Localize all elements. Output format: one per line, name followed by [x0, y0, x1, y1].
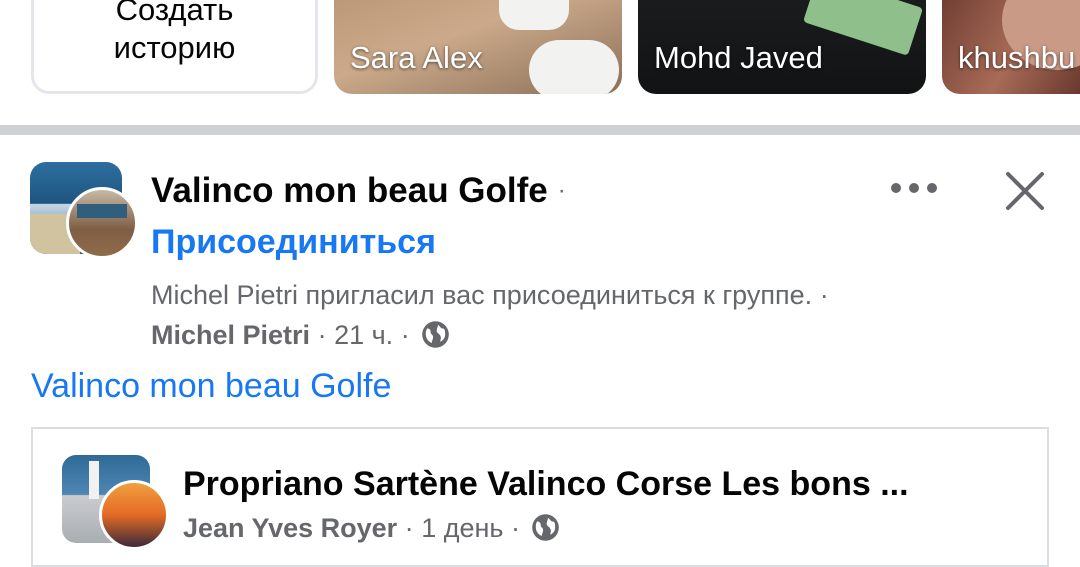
story-card-sara-alex[interactable]: Sara Alex — [334, 0, 622, 94]
inviter-avatar[interactable] — [66, 187, 138, 259]
shared-author-name[interactable]: Jean Yves Royer — [183, 513, 397, 543]
meta-separator: · — [819, 280, 829, 310]
feed-post: Valinco mon beau Golfe · Присоединиться … — [0, 135, 1080, 567]
shared-group-card[interactable]: Propriano Sartène Valinco Corse Les bons… — [31, 427, 1049, 567]
globe-icon — [532, 514, 560, 541]
group-link[interactable]: Valinco mon beau Golfe — [31, 367, 391, 406]
stories-row: Создать историю Sara Alex Mohd Javed khu… — [0, 0, 1080, 125]
inviter-name[interactable]: Michel Pietri — [151, 320, 310, 350]
more-options-icon[interactable] — [891, 173, 937, 203]
close-icon[interactable] — [1004, 170, 1046, 212]
join-group-button[interactable]: Присоединиться — [151, 223, 436, 262]
post-time[interactable]: 21 ч. — [334, 320, 393, 350]
meta-separator: · — [400, 320, 410, 350]
story-name: Sara Alex — [350, 40, 483, 75]
shared-group-title[interactable]: Propriano Sartène Valinco Corse Les bons… — [183, 465, 909, 504]
story-name: Mohd Javed — [654, 40, 823, 75]
invite-text: Michel Pietri пригласил вас присоединить… — [151, 280, 813, 310]
meta-separator: · — [510, 513, 520, 543]
create-story-card[interactable]: Создать историю — [31, 0, 318, 94]
story-card-mohd-javed[interactable]: Mohd Javed — [638, 0, 926, 94]
title-separator: · — [557, 177, 566, 204]
post-header: Valinco mon beau Golfe · — [151, 171, 566, 211]
story-name: khushbu — [958, 40, 1076, 75]
group-title[interactable]: Valinco mon beau Golfe — [151, 171, 548, 211]
shared-time[interactable]: 1 день — [421, 513, 503, 543]
post-meta: Michel Pietri пригласил вас присоединить… — [151, 275, 851, 355]
meta-separator: · — [404, 513, 414, 543]
story-card-khushbu[interactable]: khushbu — [942, 0, 1080, 94]
shared-meta: Jean Yves Royer · 1 день · — [183, 513, 560, 544]
section-divider — [0, 125, 1080, 135]
meta-separator: · — [317, 320, 327, 350]
globe-icon — [422, 321, 450, 348]
create-story-label: Создать историю — [113, 0, 236, 65]
